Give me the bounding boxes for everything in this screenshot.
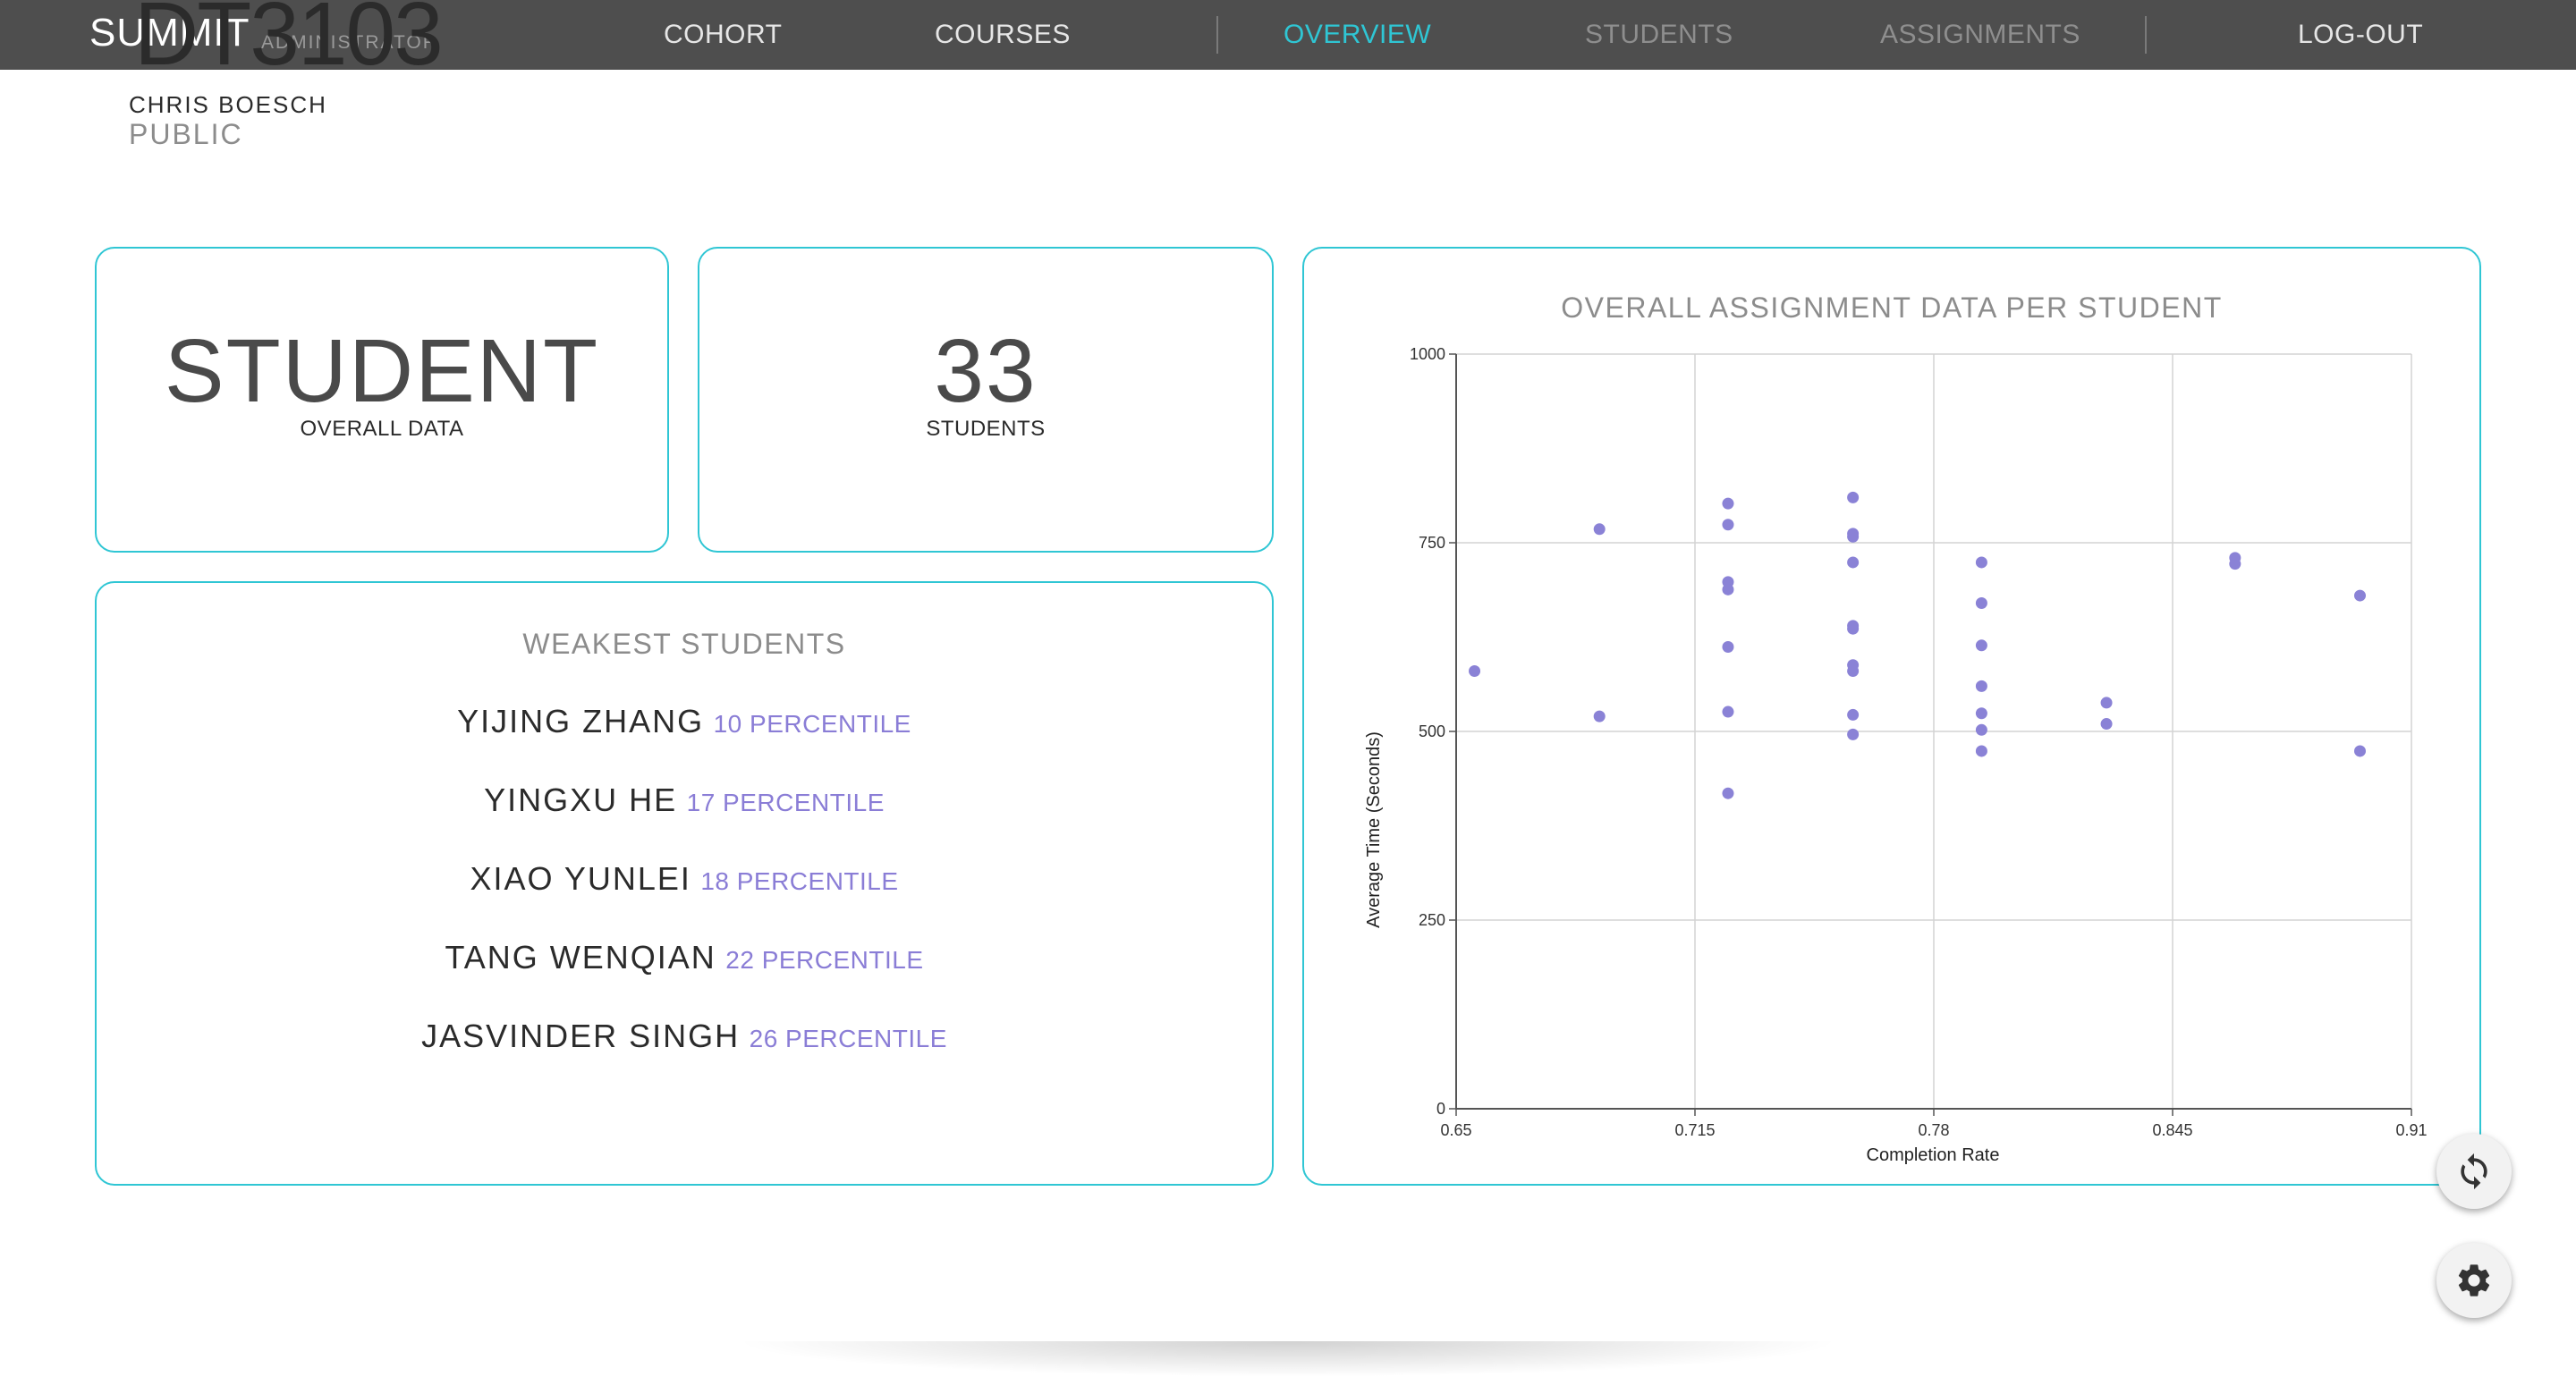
student-name: JASVINDER SINGH bbox=[421, 1018, 741, 1054]
student-percentile: 18 PERCENTILE bbox=[700, 867, 899, 895]
nav-divider bbox=[1216, 16, 1218, 54]
data-point bbox=[2353, 589, 2366, 602]
data-point bbox=[1847, 622, 1860, 635]
nav-logout[interactable]: LOG-OUT bbox=[2298, 20, 2423, 50]
data-point bbox=[1593, 523, 1606, 536]
user-visibility: PUBLIC bbox=[129, 118, 243, 150]
data-point bbox=[1847, 708, 1860, 721]
bottom-shadow bbox=[733, 1341, 1843, 1377]
data-point bbox=[1847, 664, 1860, 677]
data-point bbox=[1975, 745, 1987, 757]
nav-assignments[interactable]: ASSIGNMENTS bbox=[1880, 20, 2080, 50]
card-big-text: STUDENT bbox=[164, 321, 600, 421]
data-point bbox=[1722, 640, 1734, 653]
data-point bbox=[1975, 723, 1987, 736]
gear-icon bbox=[2458, 1264, 2490, 1297]
nav-divider bbox=[2145, 16, 2147, 54]
nav-courses[interactable]: COURSES bbox=[935, 20, 1071, 50]
data-point bbox=[2100, 697, 2113, 709]
data-point bbox=[1722, 497, 1734, 510]
data-point bbox=[2353, 745, 2366, 757]
data-point bbox=[1722, 705, 1734, 718]
y-tick-label: 250 bbox=[1419, 911, 1445, 929]
student-percentile: 17 PERCENTILE bbox=[686, 789, 885, 816]
nav-cohort[interactable]: COHORT bbox=[664, 20, 782, 50]
data-point bbox=[1975, 707, 1987, 720]
list-item[interactable]: JASVINDER SINGH 26 PERCENTILE bbox=[97, 1018, 1272, 1055]
list-item[interactable]: XIAO YUNLEI 18 PERCENTILE bbox=[97, 860, 1272, 898]
x-tick-label: 0.65 bbox=[1440, 1121, 1471, 1139]
student-count-card: 33 STUDENTS bbox=[698, 247, 1274, 553]
list-item[interactable]: TANG WENQIAN 22 PERCENTILE bbox=[97, 939, 1272, 976]
data-point bbox=[1722, 787, 1734, 799]
student-percentile: 22 PERCENTILE bbox=[725, 946, 924, 974]
data-point bbox=[1847, 491, 1860, 503]
y-tick-label: 0 bbox=[1436, 1100, 1445, 1118]
scatter-chart-card: OVERALL ASSIGNMENT DATA PER STUDENT 0.65… bbox=[1302, 247, 2481, 1186]
settings-button[interactable] bbox=[2436, 1243, 2512, 1318]
data-point bbox=[1722, 519, 1734, 531]
nav-overview[interactable]: OVERVIEW bbox=[1284, 20, 1431, 50]
list-item[interactable]: YIJING ZHANG 10 PERCENTILE bbox=[97, 703, 1272, 740]
y-tick-label: 1000 bbox=[1410, 345, 1445, 363]
chart-axes: 0.65 0.715 0.78 0.845 0.91 0 250 500 750 1000 bbox=[1410, 345, 2428, 1139]
card-caption: OVERALL DATA bbox=[300, 417, 464, 441]
student-name: XIAO YUNLEI bbox=[470, 860, 691, 897]
data-point bbox=[2229, 558, 2241, 570]
data-point bbox=[1469, 664, 1481, 677]
nav-students[interactable]: STUDENTS bbox=[1585, 20, 1733, 50]
y-axis-label: Average Time (Seconds) bbox=[1364, 731, 1384, 928]
y-tick-label: 500 bbox=[1419, 722, 1445, 740]
data-point bbox=[1847, 530, 1860, 543]
student-count-value: 33 bbox=[934, 321, 1038, 421]
data-point bbox=[1975, 597, 1987, 610]
data-point bbox=[1722, 583, 1734, 596]
x-axis-label: Completion Rate bbox=[1867, 1145, 2000, 1165]
data-point bbox=[1847, 556, 1860, 569]
refresh-button[interactable] bbox=[2436, 1134, 2512, 1209]
chart-points bbox=[1469, 491, 2366, 799]
x-tick-label: 0.715 bbox=[1674, 1121, 1715, 1139]
chart-grid bbox=[1455, 353, 2412, 1110]
course-code: DT3103 bbox=[134, 0, 444, 84]
data-point bbox=[2100, 718, 2113, 731]
data-point bbox=[1593, 710, 1606, 722]
student-name: TANG WENQIAN bbox=[445, 939, 716, 976]
data-point bbox=[1975, 680, 1987, 692]
list-item[interactable]: YINGXU HE 17 PERCENTILE bbox=[97, 781, 1272, 819]
user-name: CHRIS BOESCH bbox=[129, 91, 327, 118]
weakest-students-title: WEAKEST STUDENTS bbox=[522, 628, 846, 660]
student-name: YIJING ZHANG bbox=[457, 703, 705, 739]
x-tick-label: 0.78 bbox=[1918, 1121, 1949, 1139]
student-percentile: 10 PERCENTILE bbox=[713, 710, 911, 738]
data-point bbox=[1975, 556, 1987, 569]
student-percentile: 26 PERCENTILE bbox=[749, 1025, 947, 1052]
y-tick-label: 750 bbox=[1419, 534, 1445, 552]
student-name: YINGXU HE bbox=[484, 781, 678, 818]
card-caption: STUDENTS bbox=[926, 417, 1046, 441]
refresh-icon bbox=[2461, 1153, 2487, 1190]
weakest-students-card: WEAKEST STUDENTS YIJING ZHANG 10 PERCENT… bbox=[95, 581, 1274, 1186]
x-tick-label: 0.91 bbox=[2395, 1121, 2427, 1139]
x-tick-label: 0.845 bbox=[2152, 1121, 2192, 1139]
data-point bbox=[1847, 728, 1860, 740]
scatter-chart: 0.65 0.715 0.78 0.845 0.91 0 250 500 750 1000 Com… bbox=[1364, 345, 2428, 1165]
student-overall-card: STUDENT OVERALL DATA bbox=[95, 247, 669, 553]
data-point bbox=[1975, 639, 1987, 652]
